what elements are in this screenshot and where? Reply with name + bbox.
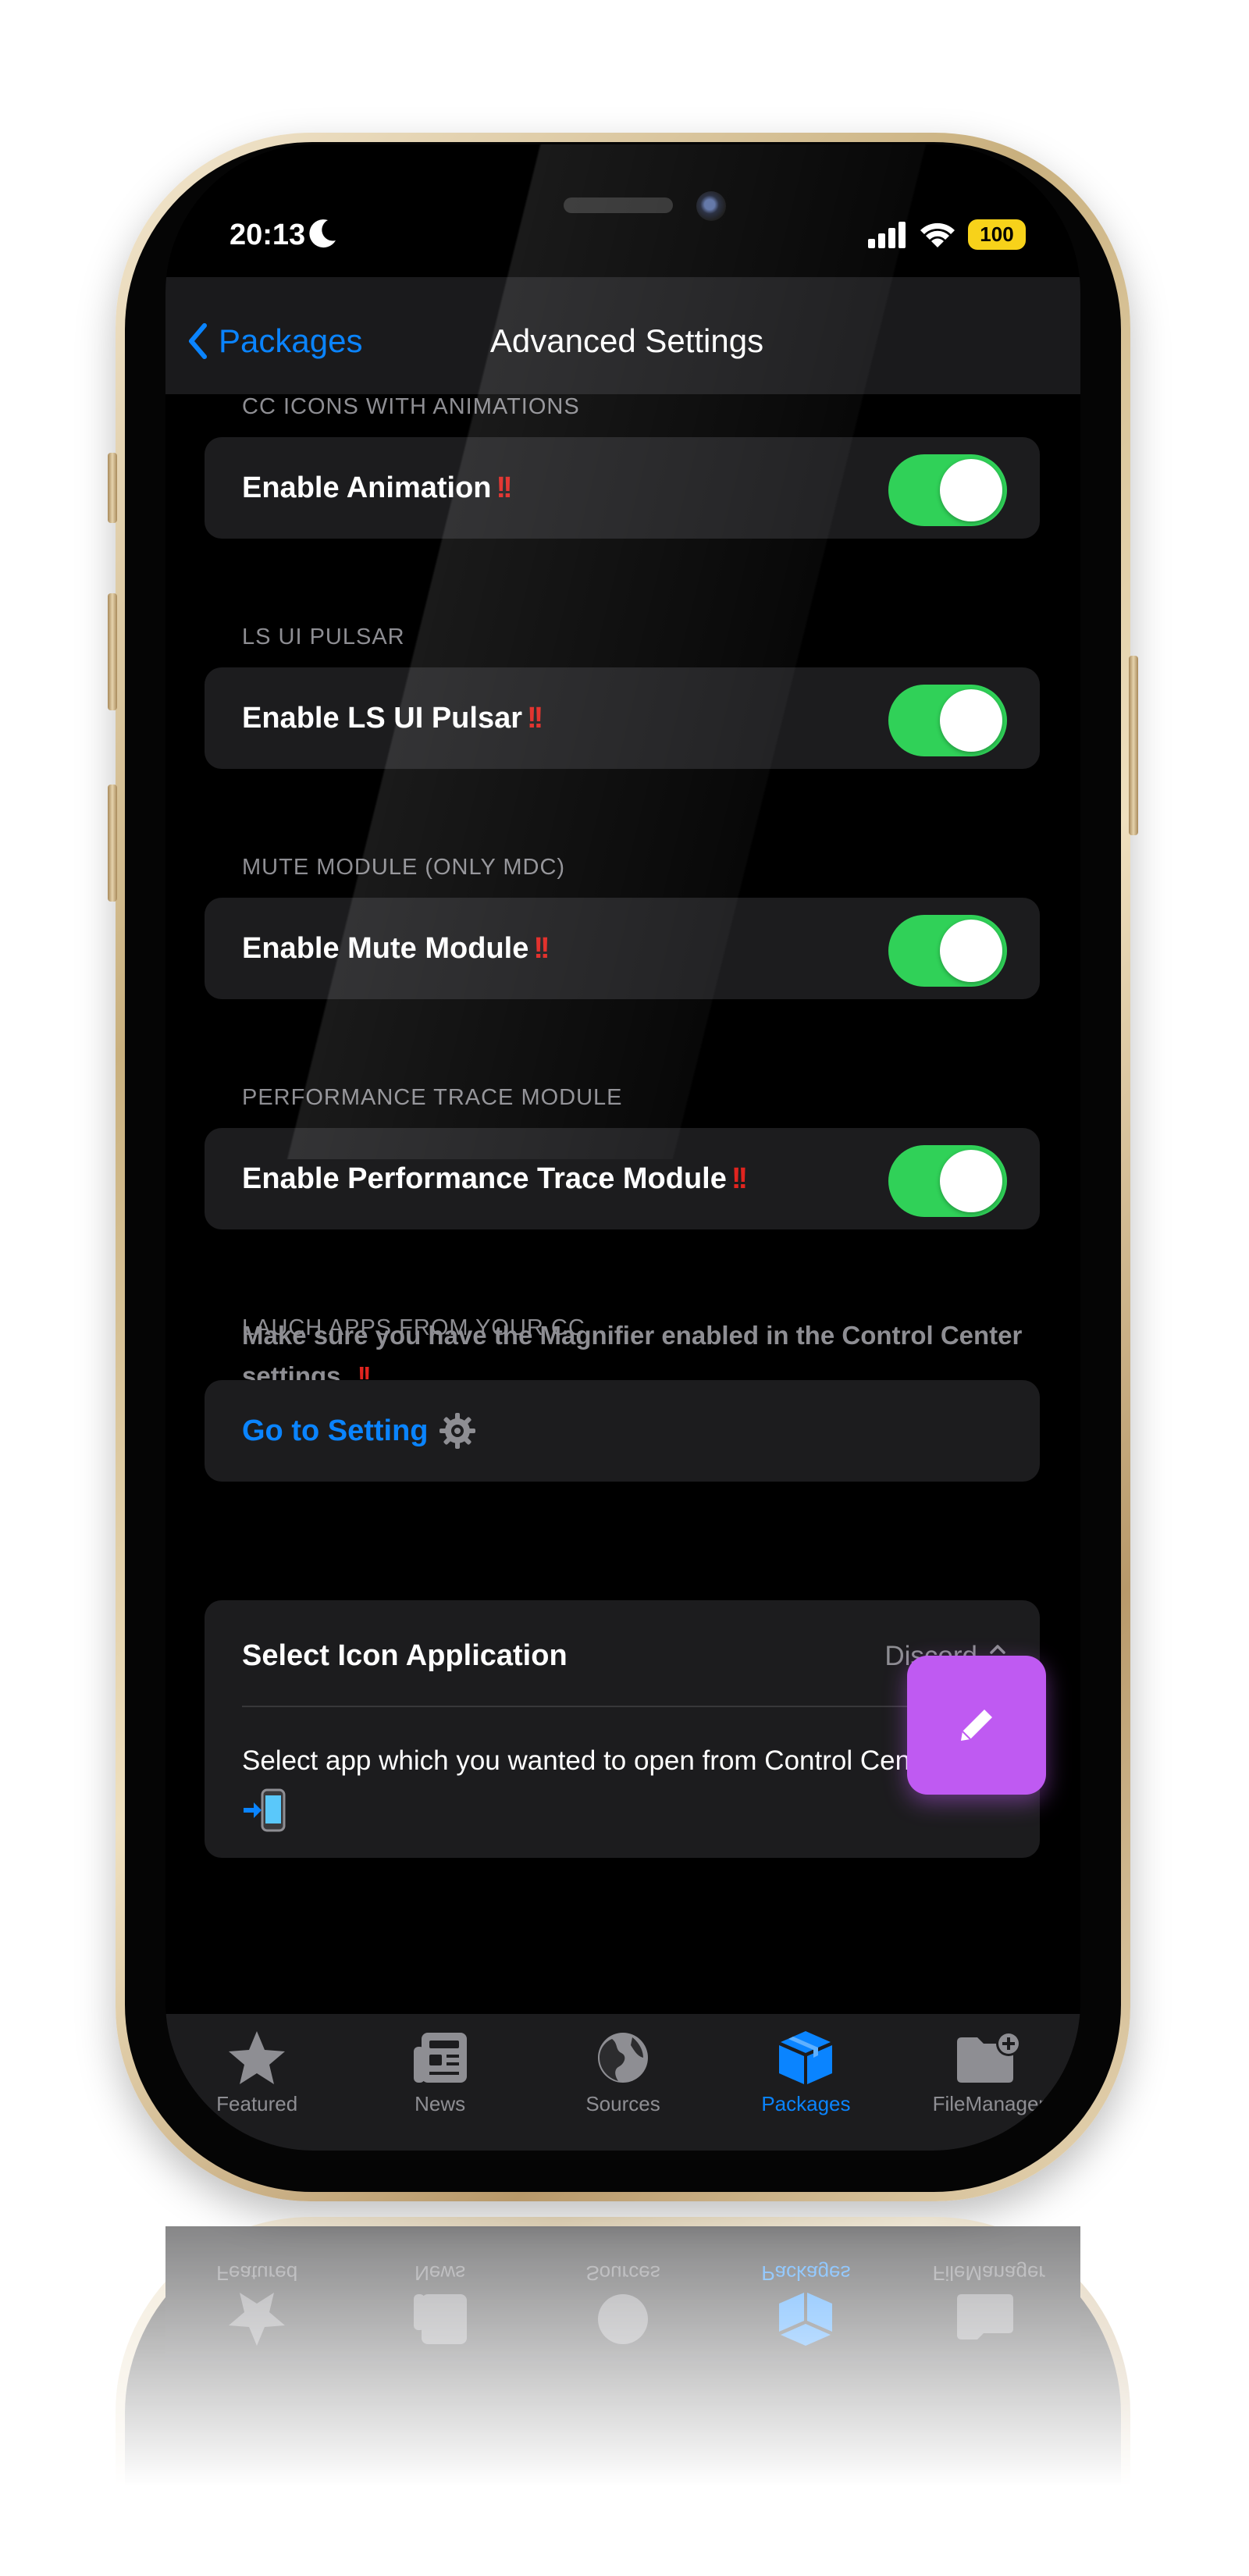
moon-icon: [309, 219, 336, 248]
folder-plus-icon: [956, 2294, 1013, 2339]
tab-label: FileManager: [932, 2261, 1046, 2285]
gear-icon: [439, 1413, 475, 1449]
tab-label: Packages: [761, 2092, 851, 2115]
row-label: Enable LS UI Pulsar!!: [242, 667, 543, 769]
settings-row-mute-module: Enable Mute Module!!: [205, 898, 1040, 999]
ls-ui-pulsar-toggle[interactable]: [888, 685, 1007, 756]
row-label: Enable Mute Module!!: [242, 898, 550, 999]
wifi-icon: [920, 222, 955, 247]
ls-ui-pulsar-label: Enable LS UI Pulsar: [242, 701, 522, 735]
mute-module-label: Enable Mute Module: [242, 931, 529, 965]
performance-trace-label: Enable Performance Trace Module: [242, 1162, 727, 1195]
folder-plus-icon: [956, 2031, 1021, 2083]
battery-indicator: 100: [968, 219, 1026, 250]
notch: [376, 144, 870, 248]
warning-icon: !!: [533, 931, 550, 965]
tab-news[interactable]: News: [348, 2014, 531, 2151]
star-icon: [229, 2031, 286, 2084]
warning-icon: !!: [731, 1162, 748, 1195]
row-label: Enable Performance Trace Module!!: [242, 1128, 748, 1229]
reflection-tab-bar: Featured News Sources Packages FileManag…: [165, 2226, 1080, 2363]
select-description-text: Select app which you wanted to open from…: [242, 1745, 942, 1776]
warning-icon: !!: [496, 471, 513, 504]
speaker: [564, 197, 673, 213]
reflection-tab-packages: Packages: [714, 2226, 897, 2363]
tab-label: News: [415, 2261, 466, 2285]
newspaper-icon: [413, 2294, 467, 2344]
performance-trace-toggle[interactable]: [888, 1145, 1007, 1217]
screen: 20:13 100 Packages Advanced Settings CC …: [165, 144, 1080, 2151]
settings-row-animation: Enable Animation!!: [205, 437, 1040, 539]
tab-label: Packages: [761, 2261, 851, 2285]
tab-label: FileManager: [932, 2092, 1046, 2115]
mute-module-toggle[interactable]: [888, 915, 1007, 987]
animation-toggle[interactable]: [888, 454, 1007, 526]
tab-packages[interactable]: Packages: [714, 2014, 897, 2151]
phone-reflection: Featured News Sources Packages FileManag…: [116, 2217, 1130, 2576]
newspaper-icon: [413, 2033, 467, 2083]
edit-fab-button[interactable]: [907, 1656, 1046, 1795]
reflection-tab-featured: Featured: [165, 2226, 348, 2363]
go-to-setting-button[interactable]: Go to Setting: [205, 1380, 1040, 1482]
box-icon: [779, 2031, 833, 2084]
action-button: [108, 453, 117, 523]
tab-bar: Featured News Sources Packages FileManag…: [165, 2014, 1080, 2151]
warning-icon: !!: [527, 701, 543, 735]
tab-sources[interactable]: Sources: [532, 2014, 714, 2151]
section-header-mute-module: MUTE MODULE (ONLY MDC): [242, 855, 566, 880]
settings-row-performance-trace: Enable Performance Trace Module!!: [205, 1128, 1040, 1229]
reflection-tab-news: News: [348, 2226, 531, 2363]
row-label: Enable Animation!!: [242, 437, 513, 539]
page-title: Advanced Settings: [489, 322, 764, 359]
status-time: 20:13: [230, 219, 306, 251]
section-header-ls-ui-pulsar: LS UI PULSAR: [242, 624, 405, 649]
mobile-phone-arrow-icon: [244, 1788, 286, 1832]
reflection-tab-sources: Sources: [532, 2226, 714, 2363]
section-header-animations: CC ICONS WITH ANIMATIONS: [242, 394, 580, 419]
status-indicators: 100: [868, 219, 1026, 250]
reflection-tab-filemanager: FileManager: [898, 2226, 1080, 2363]
animation-label: Enable Animation: [242, 471, 492, 504]
pencil-icon: [961, 1710, 992, 1741]
tab-label: Sources: [585, 2092, 660, 2115]
section-header-performance-trace: PERFORMANCE TRACE MODULE: [242, 1085, 623, 1110]
front-camera: [696, 191, 726, 221]
select-icon-application-title: Select Icon Application: [242, 1639, 568, 1672]
volume-down-button: [108, 785, 117, 902]
tab-label: News: [415, 2092, 466, 2115]
cellular-signal-icon: [868, 221, 906, 248]
globe-icon: [598, 2033, 649, 2083]
tab-label: Featured: [216, 2261, 298, 2285]
tab-label: Sources: [585, 2261, 660, 2285]
tab-label: Featured: [216, 2092, 298, 2115]
globe-icon: [598, 2294, 649, 2344]
volume-up-button: [108, 593, 117, 710]
go-to-setting-label: Go to Setting: [242, 1414, 429, 1447]
settings-row-ls-ui-pulsar: Enable LS UI Pulsar!!: [205, 667, 1040, 769]
row-label: Go to Setting: [242, 1380, 477, 1482]
star-icon: [229, 2293, 286, 2346]
tab-featured[interactable]: Featured: [165, 2014, 348, 2151]
power-button: [1129, 656, 1138, 835]
box-icon: [779, 2293, 833, 2346]
tab-filemanager[interactable]: FileManager: [898, 2014, 1080, 2151]
